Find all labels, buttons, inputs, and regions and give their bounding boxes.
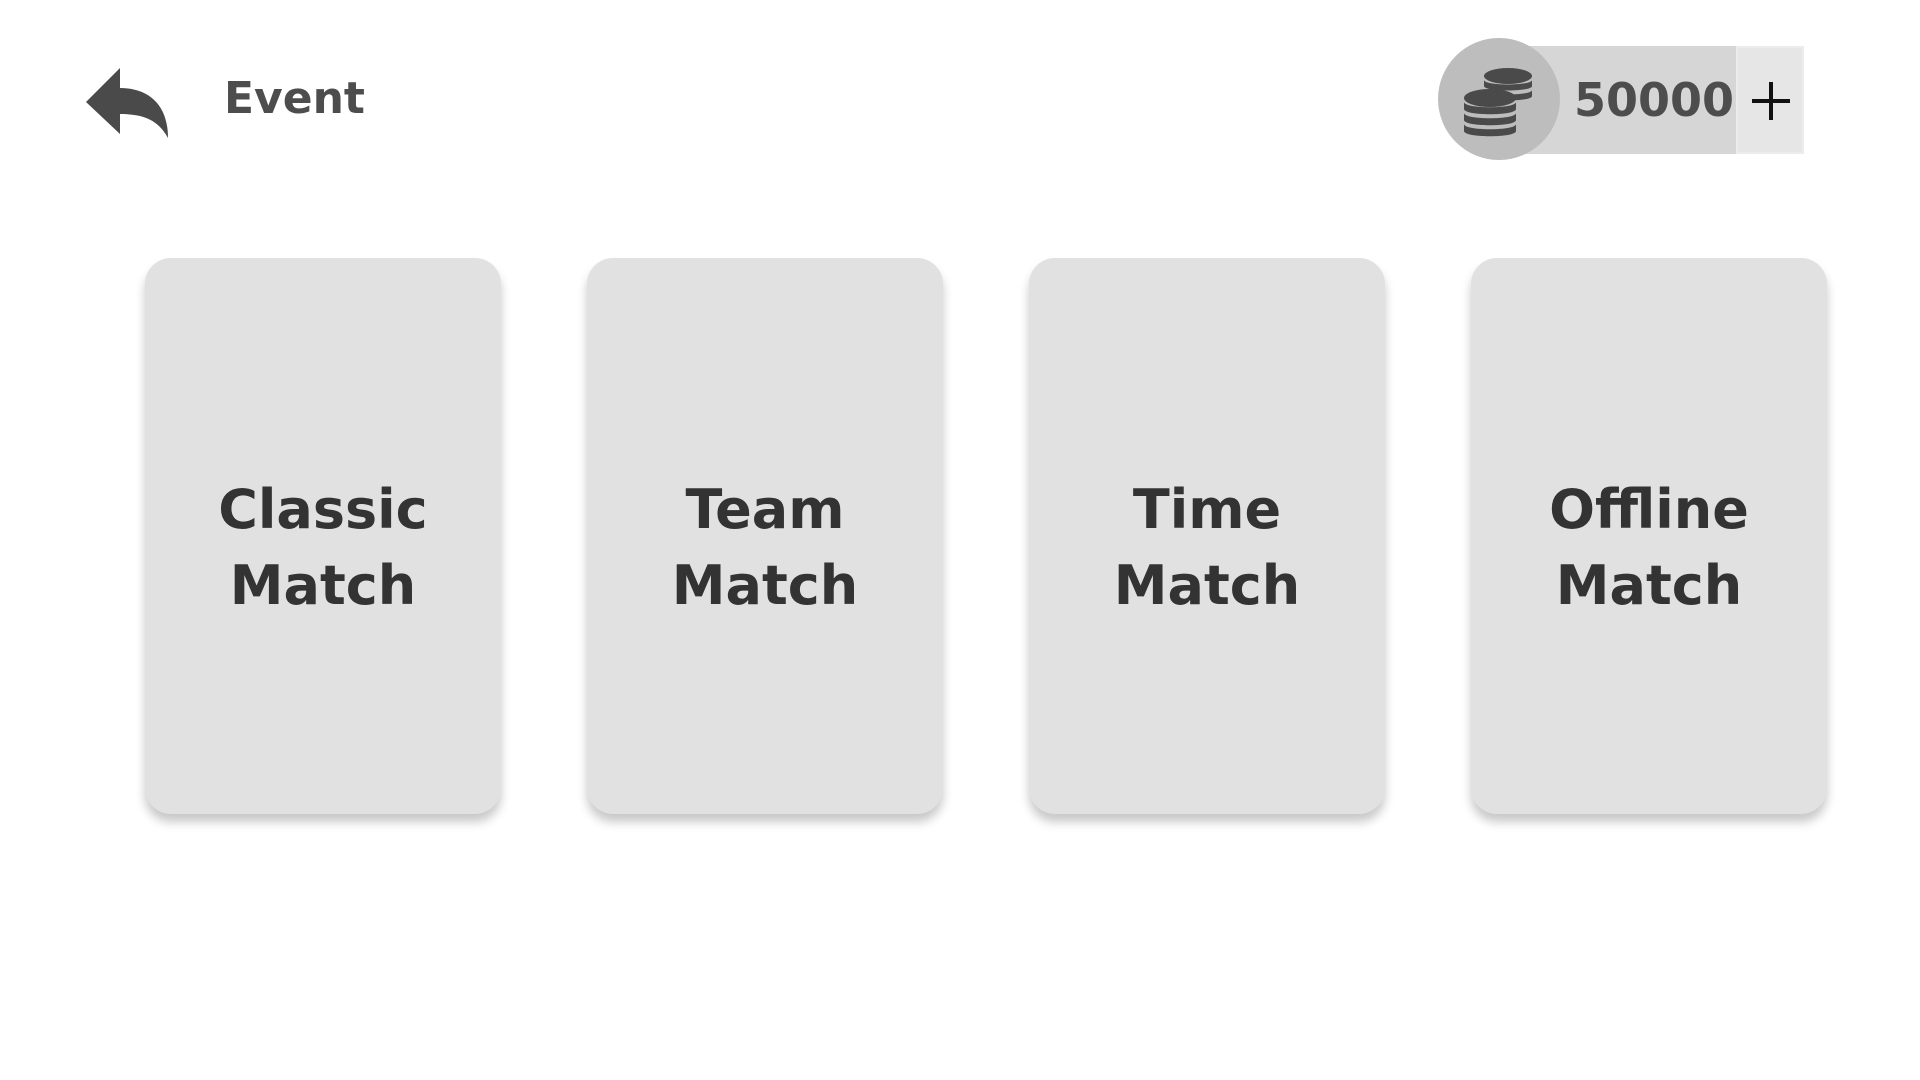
mode-label-line: Match	[1113, 554, 1301, 617]
mode-label-line: Time	[1132, 478, 1282, 541]
time-match-card[interactable]: Time Match	[1029, 258, 1385, 814]
team-match-card[interactable]: Team Match	[587, 258, 943, 814]
mode-label-line: Match	[1555, 554, 1743, 617]
coin-amount: 50000	[1573, 73, 1735, 127]
mode-label-line: Match	[229, 554, 417, 617]
classic-match-card[interactable]: Classic Match	[145, 258, 501, 814]
plus-icon	[1752, 82, 1790, 120]
mode-label: Classic Match	[218, 448, 427, 624]
mode-label-line: Team	[685, 478, 845, 541]
page-title: Event	[224, 73, 365, 124]
coin-badge	[1438, 38, 1560, 160]
mode-label: Team Match	[672, 448, 858, 624]
mode-label: Time Match	[1114, 448, 1300, 624]
mode-label: Offline Match	[1549, 448, 1749, 624]
back-arrow-icon	[86, 68, 168, 138]
mode-label-line: Offline	[1549, 478, 1749, 541]
mode-label-line: Match	[671, 554, 859, 617]
mode-label-line: Classic	[218, 478, 428, 541]
add-coins-button[interactable]	[1736, 46, 1804, 154]
offline-match-card[interactable]: Offline Match	[1471, 258, 1827, 814]
coins-stack-icon	[1464, 68, 1532, 137]
coin-balance: 50000	[1438, 38, 1810, 160]
back-button[interactable]	[84, 64, 174, 144]
